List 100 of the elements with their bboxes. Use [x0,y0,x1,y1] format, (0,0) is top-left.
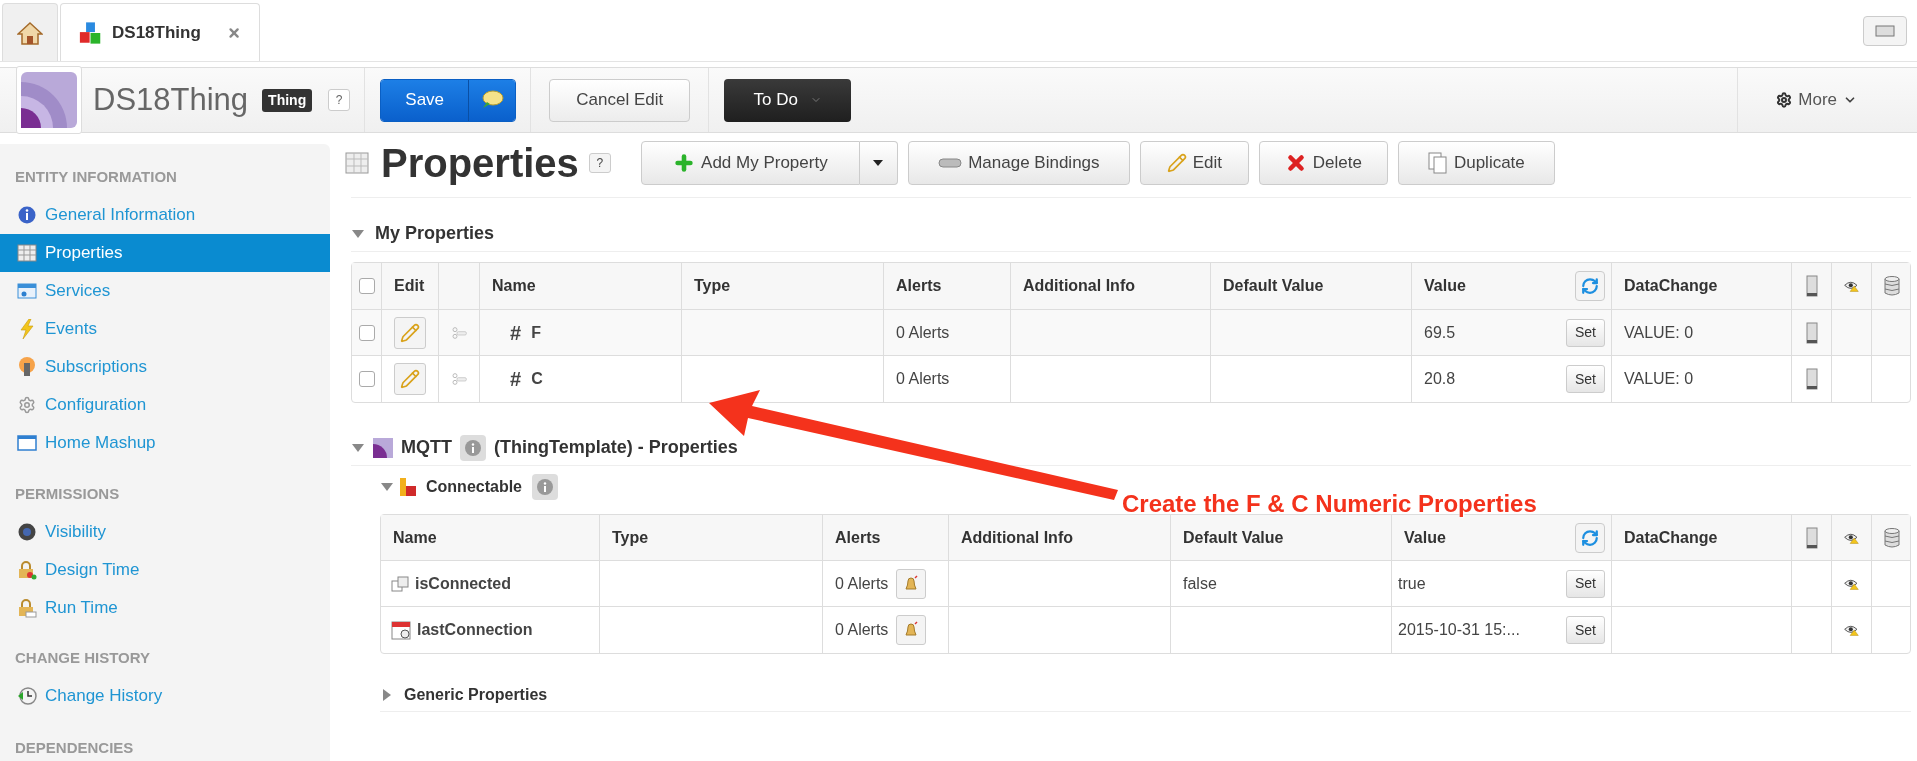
comment-button[interactable] [468,79,516,121]
to-do-button[interactable]: To Do [724,78,852,122]
dropdown-button[interactable] [859,141,898,185]
toolbar-button[interactable]: Delete [1258,141,1388,185]
collapse-icon[interactable] [351,227,365,240]
column-header: Name [393,527,437,548]
type-symbol: # [510,367,522,392]
column-header: Name [492,276,536,296]
group-title: Generic Properties [404,684,548,705]
column-header: Additional Info [1023,276,1135,296]
property-name: isConnected [415,573,511,594]
refresh-button[interactable] [1575,271,1605,301]
edit-button[interactable] [394,316,426,349]
home-icon [17,20,43,45]
refresh-icon [1581,528,1599,547]
collapse-icon[interactable] [380,481,394,493]
cancel-edit-button[interactable]: Cancel Edit [549,78,691,122]
checkbox[interactable] [358,371,375,387]
help-button[interactable]: ? [328,89,351,111]
toolbar-button[interactable]: Duplicate [1397,141,1555,185]
column-header: DataChange [1624,527,1718,548]
toolbar-button[interactable]: Add My Property [640,141,860,185]
alerts-button[interactable] [896,615,927,645]
column-header: Default Value [1183,527,1284,548]
sidebar-item[interactable]: Properties [0,234,330,272]
window-icon [17,435,37,451]
copy-icon [1427,152,1448,174]
entity-tab[interactable]: DS18Thing [60,3,260,61]
template-name: MQTT [401,436,452,459]
clock-icon [17,686,37,706]
table-cell-text: 20.8 [1424,369,1456,389]
set-button[interactable]: Set [1566,318,1605,347]
template-title: (ThingTemplate) - Properties [494,436,738,459]
thing-title: DS18Thing [93,80,249,119]
alerts-button[interactable] [896,568,927,599]
lightning-icon [18,319,36,339]
table-cell-text: 69.5 [1424,322,1456,343]
property-name: F [531,322,541,343]
table-cell-text: 0 Alerts [896,369,950,389]
bell-icon [902,574,921,593]
more-menu-button[interactable]: More [1776,87,1857,113]
collapse-icon[interactable] [351,441,365,454]
column-header: Edit [394,276,425,296]
help-button[interactable]: ? [588,153,611,173]
drive-icon [1805,321,1818,344]
table-icon [345,152,369,174]
set-button[interactable]: Set [1566,569,1605,598]
window-icon [1875,24,1895,37]
section-heading: ENTITY INFORMATION [15,166,177,187]
window-icon [17,282,37,300]
edit-button[interactable] [394,363,426,395]
refresh-icon [1581,277,1599,295]
plus-icon [673,152,696,174]
info-button[interactable] [532,474,558,500]
home-tab[interactable] [2,3,58,61]
column-header: Additional Info [961,527,1073,548]
toolbar-button[interactable]: Manage Bindings [907,141,1130,185]
set-button[interactable]: Set [1566,365,1605,393]
drive-icon [1805,526,1818,549]
column-header: Value [1404,527,1446,548]
bell-icon [902,621,921,639]
section-title: My Properties [375,222,495,245]
database-icon [1884,527,1900,548]
section-heading: DEPENDENCIES [15,737,134,758]
table-cell-text: 0 Alerts [835,573,889,594]
table-cell-text: 2015-10-31 15:... [1398,620,1520,640]
window-button[interactable] [1863,15,1907,46]
column-header: Value [1424,276,1466,296]
lock-icon [17,560,37,580]
pencil-icon [1166,153,1187,173]
column-header: Default Value [1223,276,1324,296]
gear-icon [18,396,36,414]
database-icon [1884,276,1900,296]
section-heading: CHANGE HISTORY [15,647,150,668]
tab-label: DS18Thing [112,21,201,44]
table-cell-text: true [1398,573,1426,594]
calendar-icon [391,620,411,640]
speech-bubble-icon [480,90,505,110]
column-header: Alerts [835,527,881,548]
section-heading: PERMISSIONS [15,483,120,504]
lock-icon [17,598,37,618]
gear-icon [1776,92,1793,108]
info-button[interactable] [460,434,486,461]
drive-icon [1805,275,1818,297]
table-cell-text: VALUE: 0 [1624,322,1694,343]
thing-logo-icon [373,437,393,458]
checkbox[interactable] [358,324,375,341]
table-cell-text: false [1183,573,1217,594]
table-cell-text: VALUE: 0 [1624,369,1694,389]
save-button[interactable]: Save [381,79,469,121]
table-cell-text: 0 Alerts [896,322,950,343]
table-icon [17,244,37,262]
group-title: Connectable [426,477,522,497]
thing-badge: Thing [262,88,313,112]
checkbox[interactable] [358,278,375,294]
toolbar-button[interactable]: Edit [1139,141,1249,185]
annotation-text: Create the F & C Numeric Properties [1122,489,1537,519]
refresh-button[interactable] [1575,522,1605,553]
column-header: Type [694,276,731,296]
set-button[interactable]: Set [1566,616,1605,644]
